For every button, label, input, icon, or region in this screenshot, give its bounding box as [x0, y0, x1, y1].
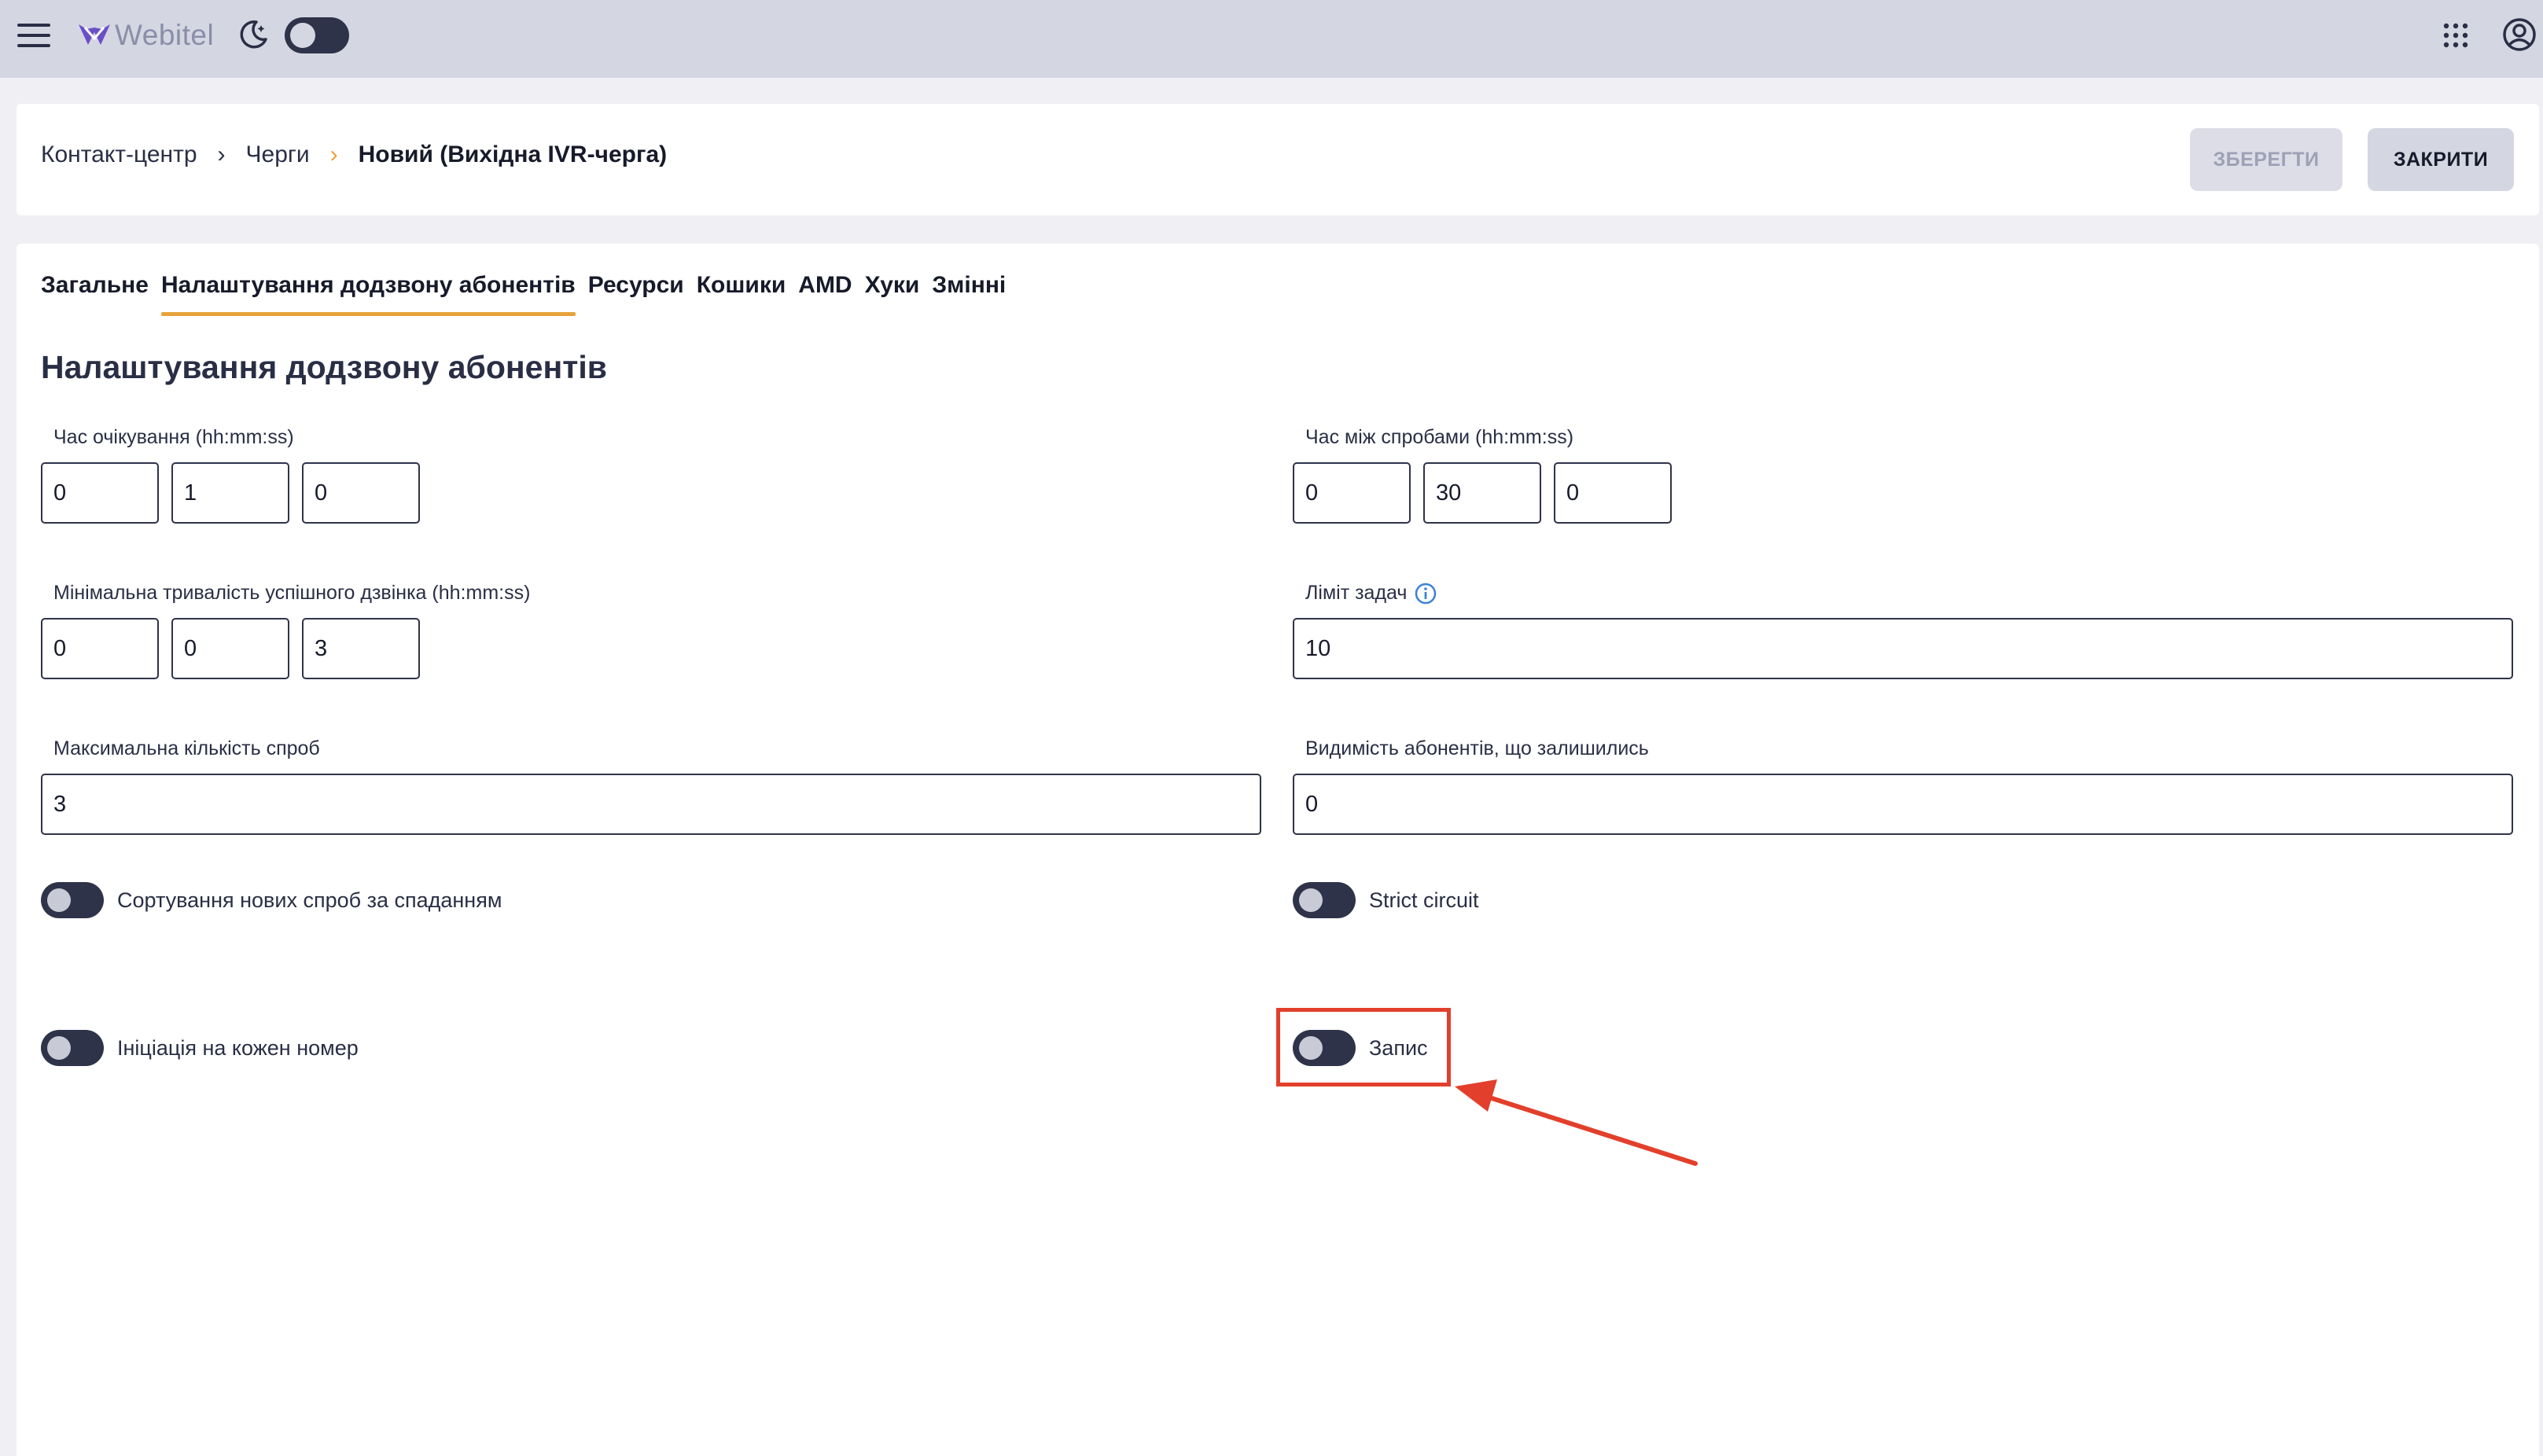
tab-variables[interactable]: Змінні [932, 272, 1006, 316]
per-number-label: Ініціація на кожен номер [117, 1035, 359, 1060]
tab-dial-settings[interactable]: Налаштування додзвону абонентів [160, 272, 576, 316]
theme-toggle[interactable] [285, 17, 349, 53]
task-limit-input[interactable] [1293, 618, 2513, 679]
retry-interval-hours-input[interactable] [1293, 462, 1411, 524]
max-attempts-input[interactable] [41, 774, 1261, 835]
tab-bar: Загальне Налаштування додзвону абонентів… [41, 272, 1018, 316]
min-call-duration-label: Мінімальна тривалість успішного дзвінка … [53, 582, 531, 604]
remaining-visibility-label: Видимість абонентів, що залишились [1305, 737, 1649, 759]
per-number-toggle[interactable] [41, 1030, 104, 1066]
toggle-knob [47, 888, 71, 912]
min-duration-minutes-input[interactable] [171, 618, 289, 679]
task-limit-label: Ліміт задач [1305, 582, 1437, 605]
task-limit-label-text: Ліміт задач [1305, 582, 1408, 604]
save-button[interactable]: ЗБЕРЕГТИ [2190, 128, 2342, 191]
breadcrumb-current: Новий (Вихідна IVR-черга) [358, 142, 668, 167]
remaining-visibility-input[interactable] [1293, 774, 2513, 835]
logo[interactable]: Webitel [77, 16, 214, 55]
min-duration-seconds-input[interactable] [302, 618, 420, 679]
main-card: Загальне Налаштування додзвону абонентів… [17, 244, 2539, 1456]
toggle-knob [47, 1036, 71, 1060]
sort-desc-toggle[interactable] [41, 882, 104, 918]
tab-amd[interactable]: AMD [798, 272, 852, 316]
toggle-knob [1299, 888, 1323, 912]
breadcrumb-contact-center[interactable]: Контакт-центр [41, 142, 197, 168]
sort-desc-label: Сортування нових спроб за спаданням [117, 888, 502, 912]
max-attempts-label: Максимальна кількість спроб [53, 737, 320, 759]
annotation-highlight-box [1276, 1008, 1451, 1086]
retry-interval-minutes-input[interactable] [1423, 462, 1541, 524]
retry-interval-label: Час між спробами (hh:mm:ss) [1305, 426, 1574, 448]
account-icon[interactable] [2502, 17, 2537, 52]
breadcrumb-queues[interactable]: Черги [246, 142, 310, 168]
tab-hooks[interactable]: Хуки [865, 272, 920, 316]
breadcrumb-separator: › [217, 142, 226, 167]
info-icon[interactable] [1415, 583, 1437, 605]
apps-grid-icon[interactable] [2442, 22, 2469, 49]
webitel-logo-icon [79, 24, 110, 45]
section-title: Налаштування додзвону абонентів [41, 349, 607, 385]
toggle-knob [290, 23, 315, 48]
wait-time-hours-input[interactable] [41, 462, 159, 524]
header-card: Контакт-центр › Черги › Новий (Вихідна I… [17, 104, 2539, 215]
strict-circuit-label: Strict circuit [1369, 888, 1479, 912]
wait-time-minutes-input[interactable] [171, 462, 289, 524]
tab-resources[interactable]: Ресурси [588, 272, 684, 316]
app-bar: Webitel [0, 0, 2543, 78]
wait-time-seconds-input[interactable] [302, 462, 420, 524]
strict-circuit-toggle[interactable] [1293, 882, 1356, 918]
strict-circuit-toggle-row[interactable]: Strict circuit [1293, 882, 1479, 918]
breadcrumb-separator: › [329, 142, 338, 167]
night-mode-icon [240, 20, 267, 49]
retry-interval-seconds-input[interactable] [1554, 462, 1672, 524]
min-duration-hours-input[interactable] [41, 618, 159, 679]
menu-icon[interactable] [17, 19, 50, 52]
tab-buckets[interactable]: Кошики [697, 272, 786, 316]
tab-general[interactable]: Загальне [41, 272, 149, 316]
breadcrumb: Контакт-центр › Черги › Новий (Вихідна I… [41, 142, 667, 168]
wait-time-label: Час очікування (hh:mm:ss) [53, 426, 294, 448]
close-button[interactable]: ЗАКРИТИ [2368, 128, 2514, 191]
per-number-toggle-row[interactable]: Ініціація на кожен номер [41, 1030, 359, 1066]
logo-text: Webitel [115, 19, 215, 51]
sort-desc-toggle-row[interactable]: Сортування нових спроб за спаданням [41, 882, 502, 918]
